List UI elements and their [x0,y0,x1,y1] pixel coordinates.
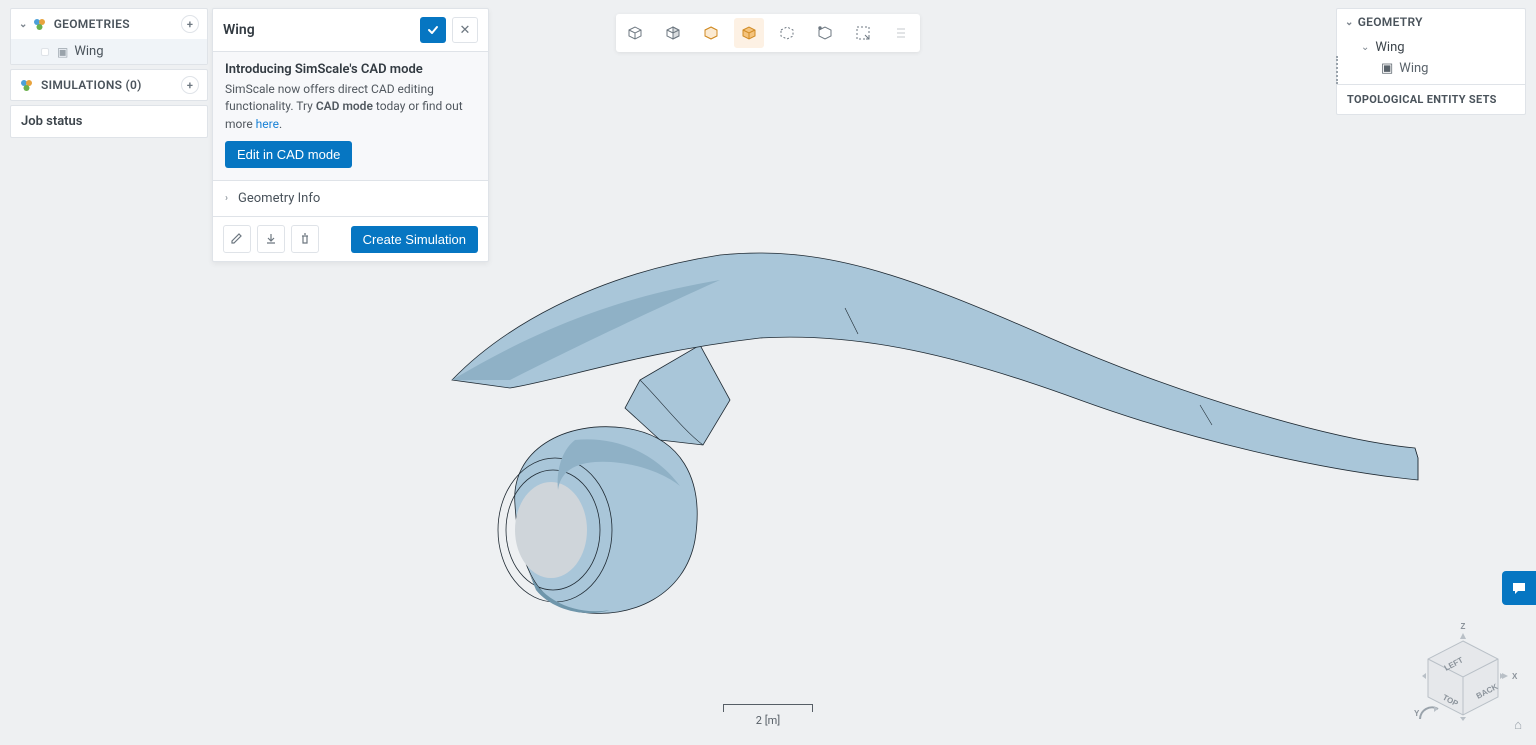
cube-icon: ▣ [57,45,68,59]
view-hidden-button[interactable] [810,18,840,48]
simulations-icon [19,77,35,93]
intro-heading: Introducing SimScale's CAD mode [225,62,476,77]
view-solid-button[interactable] [734,18,764,48]
geometry-detail-panel: Wing ✕ Introducing SimScale's CAD mode S… [212,8,489,262]
right-tree-panel: ⌄ GEOMETRY ⌄ Wing ▣ Wing TOPOLOGICAL ENT… [1336,8,1526,115]
right-wing-child[interactable]: ▣ Wing [1337,57,1525,84]
geometry-item-label: Wing [74,44,103,59]
viewer-toolbar [616,14,920,52]
simulations-label: SIMULATIONS (0) [41,78,142,92]
right-wing-node[interactable]: ⌄ Wing [1337,36,1525,57]
rename-button[interactable] [223,225,251,253]
intro-link[interactable]: here [256,117,279,131]
scale-bar: 2 [m] [723,704,813,727]
detail-title: Wing [223,22,414,38]
confirm-button[interactable] [420,17,446,43]
geometries-icon [32,16,48,32]
right-geometry-header[interactable]: ⌄ GEOMETRY [1337,9,1525,36]
right-wing-label: Wing [1375,40,1404,55]
job-status-row[interactable]: Job status [10,105,208,138]
svg-text:Y: Y [1414,709,1420,718]
detail-header: Wing ✕ [213,9,488,52]
geometry-info-label: Geometry Info [238,191,320,206]
tree-branch-icon [41,48,49,56]
add-simulation-button[interactable]: + [181,76,199,94]
view-surfaces-button[interactable] [696,18,726,48]
geometries-section: ⌄ GEOMETRIES + ▣ Wing [10,8,208,65]
scale-label: 2 [m] [723,714,813,727]
chevron-right-icon: › [225,193,228,204]
geometry-info-row[interactable]: › Geometry Info [213,181,488,217]
geometries-label: GEOMETRIES [54,17,130,31]
svg-text:Z: Z [1461,622,1466,631]
simulations-section: SIMULATIONS (0) + [10,69,208,101]
home-icon[interactable]: ⌂ [1514,717,1522,733]
job-status-label: Job status [21,114,82,129]
cad-mode-intro: Introducing SimScale's CAD mode SimScale… [213,52,488,181]
right-wing-child-label: Wing [1399,61,1428,76]
close-button[interactable]: ✕ [452,17,478,43]
detail-footer: Create Simulation [213,217,488,261]
view-wireframe-button[interactable] [620,18,650,48]
intro-text: SimScale now offers direct CAD editing f… [225,81,476,133]
topological-sets-header[interactable]: TOPOLOGICAL ENTITY SETS [1337,84,1525,114]
add-geometry-button[interactable]: + [181,15,199,33]
right-panel-resize-handle[interactable] [1336,56,1339,84]
view-transparent-button[interactable] [772,18,802,48]
cube-icon: ▣ [1381,61,1393,76]
download-button[interactable] [257,225,285,253]
chevron-down-icon: ⌄ [1345,17,1354,28]
scale-line-icon [723,704,813,712]
chat-fab[interactable] [1502,571,1536,605]
geometries-header[interactable]: ⌄ GEOMETRIES + [11,9,207,39]
chevron-down-icon: ⌄ [19,19,28,30]
right-geometry-label: GEOMETRY [1358,15,1423,29]
view-shaded-button[interactable] [658,18,688,48]
edit-cad-mode-button[interactable]: Edit in CAD mode [225,141,352,168]
left-tree-panel: ⌄ GEOMETRIES + ▣ Wing SIMULATIONS (0) + … [10,8,208,138]
delete-button[interactable] [291,225,319,253]
view-cube[interactable]: Z X Y LEFT TOP BACK ⌂ [1408,621,1518,731]
measure-button[interactable] [886,18,916,48]
simulations-header[interactable]: SIMULATIONS (0) + [11,70,207,100]
geometry-item-wing[interactable]: ▣ Wing [11,39,207,64]
chevron-down-icon: ⌄ [1361,42,1369,53]
selection-box-button[interactable] [848,18,878,48]
create-simulation-button[interactable]: Create Simulation [351,226,478,253]
svg-text:X: X [1512,672,1518,681]
